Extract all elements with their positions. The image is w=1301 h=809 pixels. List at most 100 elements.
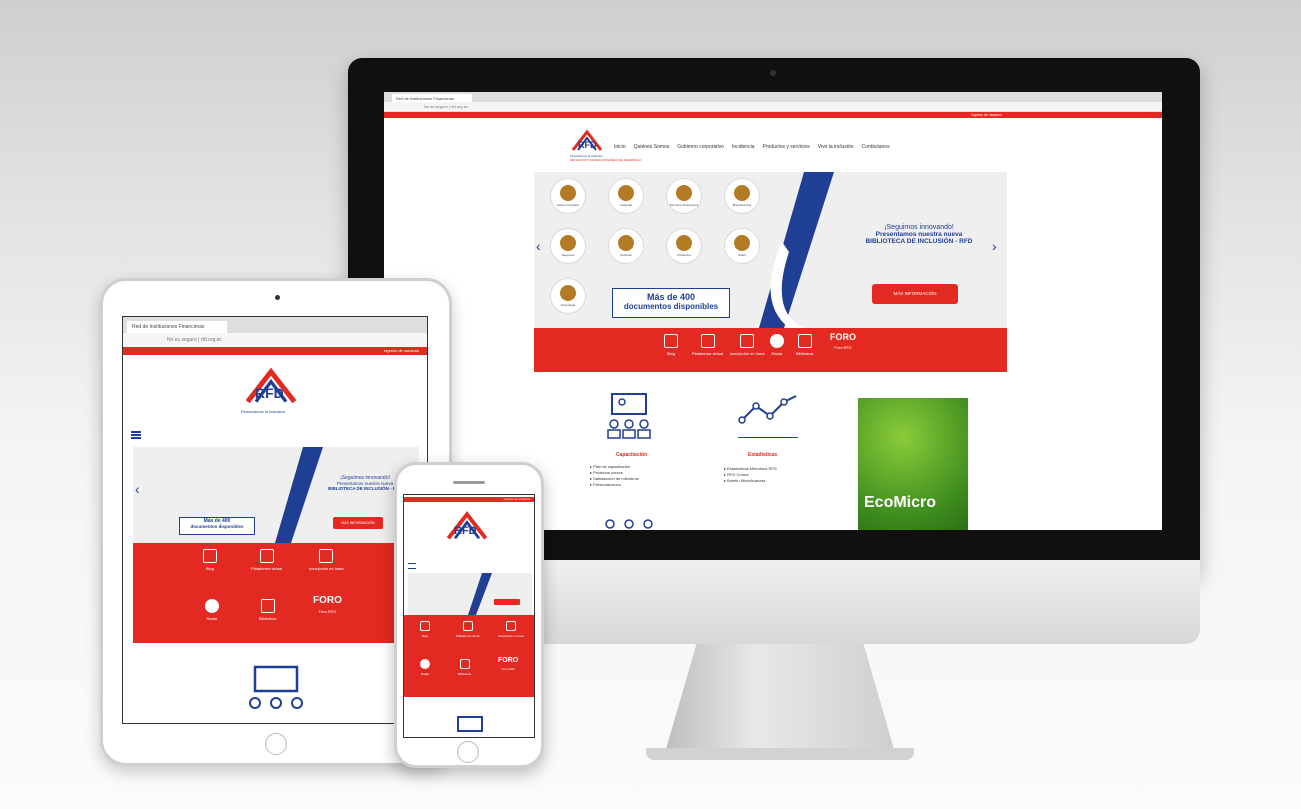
quick-radar[interactable]: Radar: [770, 334, 784, 356]
phone-quick-blog[interactable]: Blog: [420, 621, 430, 638]
tablet-logo[interactable]: RFD Financiamos la Inclusión: [241, 365, 311, 425]
nav-gobierno[interactable]: Gobierno corporativo: [677, 144, 724, 150]
phone-login-link[interactable]: Ingreso de usuarios: [504, 497, 530, 501]
nav-inicio[interactable]: Inicio: [614, 144, 626, 150]
tablet-home-button[interactable]: [265, 733, 287, 755]
phone-quick-biblioteca[interactable]: Biblioteca: [458, 659, 471, 676]
tablet-quick-radar[interactable]: Radar: [205, 599, 219, 621]
phone-red-bar: Ingreso de usuarios: [404, 497, 534, 502]
community-icon: [605, 519, 653, 529]
phone-quick-radar[interactable]: Radar: [420, 659, 430, 676]
training-icon: [607, 393, 651, 439]
foro-logo-icon: FORO: [830, 332, 856, 342]
capacitacion-item[interactable]: ▸ Presentaciones: [590, 482, 639, 488]
monitor-camera-icon: [770, 70, 776, 76]
node-tecnologia[interactable]: Tecnología: [550, 278, 586, 314]
form-icon: [319, 549, 334, 563]
node-negocios[interactable]: Negocios: [550, 228, 586, 264]
phone-logo-text: RFD: [454, 525, 477, 537]
quick-links-bar: Blog Plataforma virtual Inscripción en l…: [534, 328, 1007, 372]
quick-foro[interactable]: FORO Foro RFD: [830, 332, 856, 350]
hero-headline: ¡Seguimos innovando!: [884, 224, 954, 231]
tablet-screen: Red de Instituciones Financieras No es s…: [122, 316, 428, 724]
node-productos[interactable]: Productos: [666, 228, 702, 264]
tablet-tab[interactable]: Red de Instituciones Financieras: [127, 321, 227, 333]
book-icon: [260, 599, 275, 613]
node-salud[interactable]: Salud: [724, 228, 760, 264]
tablet-menu-icon[interactable]: [131, 431, 141, 439]
quick-biblioteca[interactable]: Biblioteca: [796, 334, 813, 356]
hero-next-arrow-icon[interactable]: ›: [992, 238, 997, 254]
node-genero[interactable]: Género Inclusión: [550, 178, 586, 214]
tablet-prev-arrow-icon[interactable]: ‹: [135, 481, 140, 497]
phone-quick-plataforma[interactable]: Plataforma virtual: [456, 621, 479, 638]
tablet-address-text: No es seguro | rfd.org.ec: [167, 337, 222, 343]
hero-line2: Presentamos nuestra nueva: [875, 231, 963, 238]
tablet-login-link[interactable]: Ingreso de usuarios: [384, 348, 419, 353]
book-icon: [459, 659, 470, 669]
form-icon: [505, 621, 516, 631]
hero-text: ¡Seguimos innovando! Presentamos nuestra…: [834, 224, 1004, 245]
browser-tab[interactable]: Red de Instituciones Financieras: [392, 94, 472, 102]
node-microfinanzas[interactable]: Microfinanzas: [724, 178, 760, 214]
hero-banner: Género Inclusión Cadenas Servicios Finan…: [534, 172, 1007, 328]
capacitacion-title[interactable]: Capacitación: [616, 452, 647, 458]
tablet-foro-logo-icon: FORO: [313, 595, 342, 606]
phone-quick-foro[interactable]: FORO Foro RFD: [498, 657, 518, 671]
tablet-red-bar: Ingreso de usuarios: [123, 347, 427, 355]
tablet-quick-biblioteca[interactable]: Biblioteca: [259, 599, 276, 621]
tablet-more-info-button[interactable]: MÁS INFORMACIÓN: [333, 517, 383, 529]
phone-quick-inscripcion[interactable]: Inscripción en línea: [498, 621, 524, 638]
estadisticas-title[interactable]: Estadísticas: [748, 452, 777, 458]
main-nav: Inicio Quiénes Somos Gobierno corporativ…: [614, 144, 890, 150]
monitor-stand: [664, 644, 896, 756]
quick-blog[interactable]: Blog: [664, 334, 678, 356]
book-icon: [797, 334, 812, 348]
capacitacion-list: ▸ Plan de capacitación ▸ Próximos cursos…: [590, 464, 639, 488]
radar-icon: [205, 599, 219, 613]
phone-more-info-button[interactable]: [494, 599, 520, 605]
phone-screen: Ingreso de usuarios RFD Blog Plataforma …: [403, 494, 535, 738]
tablet-quick-inscripcion[interactable]: Inscripción en línea: [309, 549, 343, 571]
nav-quienes-somos[interactable]: Quiénes Somos: [634, 144, 670, 150]
hero-prev-arrow-icon[interactable]: ‹: [536, 238, 541, 254]
node-politicas[interactable]: Políticas: [608, 228, 644, 264]
blog-icon: [664, 334, 678, 348]
nav-contactanos[interactable]: Contáctanos: [862, 144, 890, 150]
tablet-address-bar[interactable]: No es seguro | rfd.org.ec: [123, 333, 427, 347]
site-logo[interactable]: RFD Financiamos la Inclusión RED DE INST…: [570, 128, 641, 168]
quick-plataforma[interactable]: Plataforma virtual: [692, 334, 723, 356]
tablet-badge-line2: documentos disponibles: [190, 524, 244, 529]
login-link[interactable]: Ingreso de usuarios: [971, 113, 1002, 117]
radar-icon: [420, 659, 430, 669]
blog-icon: [420, 621, 430, 631]
nav-incidencia[interactable]: Incidencia: [732, 144, 755, 150]
hero-more-info-button[interactable]: MÁS INFORMACIÓN: [872, 284, 958, 304]
tablet-quick-plataforma[interactable]: Plataforma virtual: [251, 549, 282, 571]
phone-logo[interactable]: RFD: [444, 509, 496, 553]
hero-badge: Más de 400 documentos disponibles: [612, 288, 730, 318]
quick-inscripcion[interactable]: Inscripción en línea: [730, 334, 764, 356]
browser-address-bar[interactable]: No es seguro | rfd.org.ec: [384, 102, 1162, 112]
tablet-training-icon: [249, 665, 303, 709]
node-servicios[interactable]: Servicios Financieros: [666, 178, 702, 214]
phone-quick-links: Blog Plataforma virtual Inscripción en l…: [404, 615, 534, 697]
badge-line1: Más de 400: [646, 292, 696, 302]
blog-icon: [203, 549, 217, 563]
tablet-camera-icon: [275, 295, 280, 300]
address-text: No es seguro | rfd.org.ec: [424, 104, 468, 109]
monitor-icon: [700, 334, 715, 348]
nav-vive-inclusion[interactable]: Vive la inclusión: [818, 144, 854, 150]
estadisticas-item[interactable]: ▸ Boletín Microfinanzas: [724, 478, 777, 484]
nav-productos[interactable]: Productos y servicios: [762, 144, 809, 150]
tablet-quick-links: Blog Plataforma virtual Inscripción en l…: [133, 543, 419, 643]
phone-menu-icon[interactable]: [408, 563, 416, 569]
tablet-quick-blog[interactable]: Blog: [203, 549, 217, 571]
node-cadenas[interactable]: Cadenas: [608, 178, 644, 214]
logo-text: RFD: [578, 140, 597, 150]
tablet-logo-text: RFD: [255, 385, 284, 401]
ecomicro-card[interactable]: EcoMicro: [858, 398, 968, 530]
tablet-quick-foro[interactable]: FORO Foro RFD: [313, 595, 342, 614]
phone-home-button[interactable]: [457, 741, 479, 763]
hero-line3: BIBLIOTECA DE INCLUSIÓN - RFD: [865, 238, 973, 245]
